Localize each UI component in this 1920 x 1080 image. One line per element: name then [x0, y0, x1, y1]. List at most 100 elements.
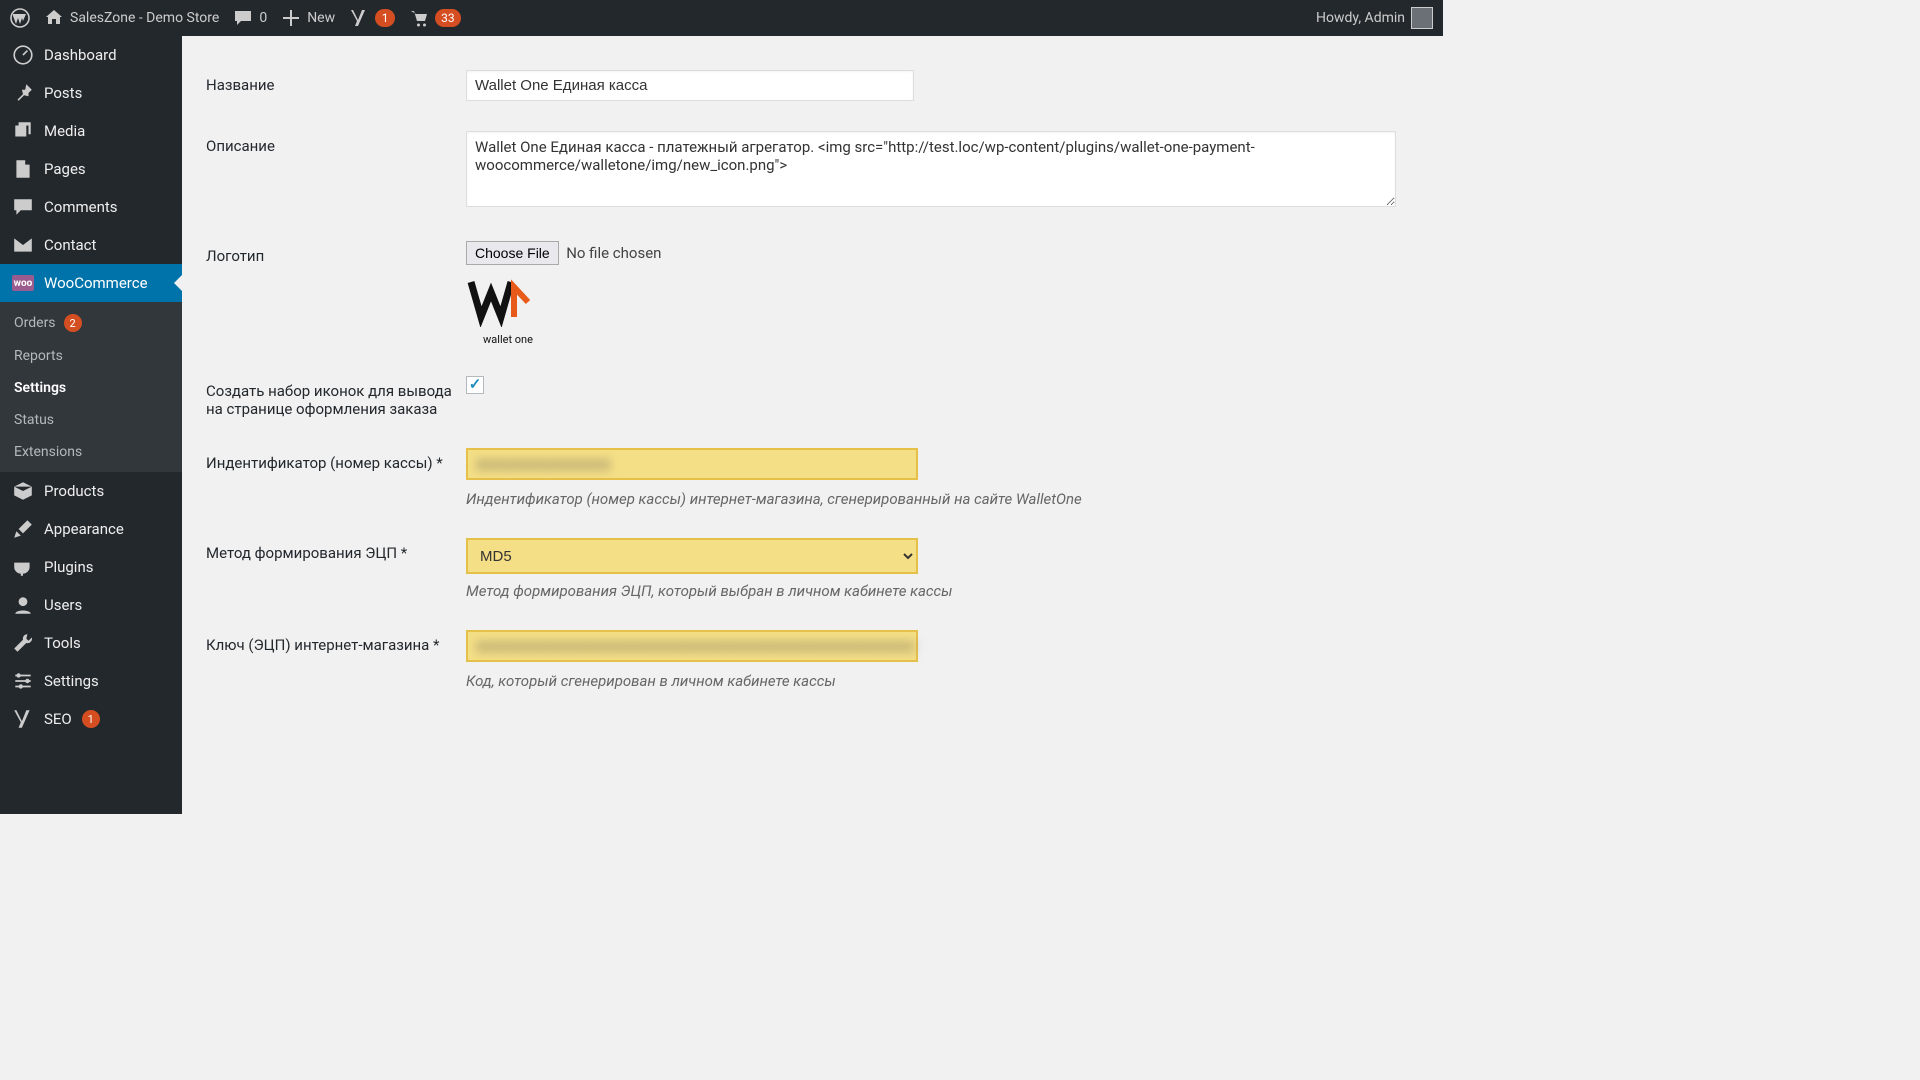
comment-icon — [233, 8, 253, 28]
products-icon — [12, 480, 34, 502]
field-label-identifier: Индентификатор (номер кассы) * — [206, 436, 466, 526]
sidebar-label: Posts — [44, 84, 82, 102]
method-help-text: Метод формирования ЭЦП, который выбран в… — [466, 582, 1421, 600]
submenu-label: Reports — [14, 348, 63, 364]
wp-logo[interactable] — [10, 8, 30, 28]
pin-icon — [12, 82, 34, 104]
cart-link[interactable]: 33 — [409, 8, 461, 28]
sidebar-label: Appearance — [44, 520, 124, 538]
submenu-item-orders[interactable]: Orders 2 — [0, 306, 182, 340]
submenu-label: Extensions — [14, 444, 82, 460]
field-label-iconset: Создать набор иконок для вывода на стран… — [206, 364, 466, 436]
field-label-key: Ключ (ЭЦП) интернет-магазина * — [206, 618, 466, 708]
woocommerce-icon: woo — [12, 275, 34, 291]
yoast-icon — [12, 708, 34, 730]
woocommerce-submenu: Orders 2 Reports Settings Status Extensi… — [0, 302, 182, 472]
sidebar-label: Contact — [44, 236, 96, 254]
field-label-description: Описание — [206, 119, 466, 229]
iconset-checkbox[interactable] — [466, 376, 484, 394]
yoast-link[interactable]: 1 — [349, 8, 395, 28]
howdy-label: Howdy, Admin — [1316, 10, 1405, 26]
main-content[interactable]: Название Описание Логотип Choose File — [182, 36, 1443, 814]
plug-icon — [12, 556, 34, 578]
wordpress-icon — [10, 8, 30, 28]
yoast-count-badge: 1 — [375, 9, 395, 27]
sidebar-item-dashboard[interactable]: Dashboard — [0, 36, 182, 74]
sidebar-label: Pages — [44, 160, 86, 178]
sidebar-label: Dashboard — [44, 46, 117, 64]
file-status-text: No file chosen — [566, 244, 661, 262]
sidebar-item-plugins[interactable]: Plugins — [0, 548, 182, 586]
key-input-highlighted: XXXXXXXXXXXXXXXXXXXXXXXXXXXXXXXXXXXXXXXX… — [466, 630, 918, 662]
field-label-method: Метод формирования ЭЦП * — [206, 526, 466, 618]
identifier-input-highlighted: XXXXXXXXXXXXX — [466, 448, 918, 480]
sidebar-item-settings[interactable]: Settings — [0, 662, 182, 700]
avatar-icon — [1411, 7, 1433, 29]
howdy-link[interactable]: Howdy, Admin — [1316, 7, 1433, 29]
plus-icon — [281, 8, 301, 28]
submenu-item-status[interactable]: Status — [0, 404, 182, 436]
submenu-item-reports[interactable]: Reports — [0, 340, 182, 372]
description-textarea[interactable] — [466, 131, 1396, 207]
sidebar-item-contact[interactable]: Contact — [0, 226, 182, 264]
sliders-icon — [12, 670, 34, 692]
media-icon — [12, 120, 34, 142]
sidebar-item-seo[interactable]: SEO 1 — [0, 700, 182, 738]
sidebar-item-media[interactable]: Media — [0, 112, 182, 150]
sidebar-label: Tools — [44, 634, 81, 652]
identifier-input[interactable]: XXXXXXXXXXXXX — [468, 450, 916, 478]
settings-form: Название Описание Логотип Choose File — [206, 58, 1421, 708]
title-input[interactable] — [466, 70, 914, 101]
mail-icon — [12, 234, 34, 256]
sidebar-item-comments[interactable]: Comments — [0, 188, 182, 226]
submenu-label: Settings — [14, 380, 66, 396]
sidebar-item-products[interactable]: Products — [0, 472, 182, 510]
orders-count-badge: 2 — [64, 314, 82, 332]
sidebar-label: WooCommerce — [44, 274, 148, 292]
page-icon — [12, 158, 34, 180]
brush-icon — [12, 518, 34, 540]
new-label: New — [307, 10, 335, 26]
logo-text: wallet one — [466, 333, 550, 346]
site-home-link[interactable]: SalesZone - Demo Store — [44, 8, 219, 28]
sidebar-label: Comments — [44, 198, 118, 216]
walletone-logo-icon — [466, 277, 550, 327]
yoast-icon — [349, 8, 369, 28]
method-select-highlighted: MD5 — [466, 538, 918, 574]
seo-count-badge: 1 — [82, 710, 100, 728]
admin-top-bar: SalesZone - Demo Store 0 New 1 33 Howdy,… — [0, 0, 1443, 36]
sidebar-item-tools[interactable]: Tools — [0, 624, 182, 662]
new-link[interactable]: New — [281, 8, 335, 28]
sidebar-item-woocommerce[interactable]: woo WooCommerce — [0, 264, 182, 302]
sidebar-label: Media — [44, 122, 85, 140]
key-help-text: Код, который сгенерирован в личном кабин… — [466, 672, 1421, 690]
choose-file-button[interactable]: Choose File — [466, 241, 559, 265]
field-label-logo: Логотип — [206, 229, 466, 364]
signature-method-select[interactable]: MD5 — [468, 540, 916, 572]
wrench-icon — [12, 632, 34, 654]
key-input[interactable]: XXXXXXXXXXXXXXXXXXXXXXXXXXXXXXXXXXXXXXXX… — [468, 632, 916, 660]
home-icon — [44, 8, 64, 28]
logo-preview: wallet one — [466, 277, 550, 346]
sidebar-item-appearance[interactable]: Appearance — [0, 510, 182, 548]
sidebar-label: Settings — [44, 672, 99, 690]
submenu-item-extensions[interactable]: Extensions — [0, 436, 182, 468]
field-label-title: Название — [206, 58, 466, 119]
dashboard-icon — [12, 44, 34, 66]
sidebar-item-pages[interactable]: Pages — [0, 150, 182, 188]
sidebar-label: Plugins — [44, 558, 93, 576]
admin-sidebar: Dashboard Posts Media Pages Comments Con… — [0, 36, 182, 814]
submenu-label: Orders — [14, 315, 56, 331]
site-name: SalesZone - Demo Store — [70, 10, 219, 26]
comment-icon — [12, 196, 34, 218]
submenu-item-settings[interactable]: Settings — [0, 372, 182, 404]
sidebar-label: SEO — [44, 710, 72, 728]
sidebar-label: Users — [44, 596, 82, 614]
cart-count-badge: 33 — [435, 9, 461, 27]
user-icon — [12, 594, 34, 616]
comments-count: 0 — [259, 10, 267, 26]
sidebar-item-users[interactable]: Users — [0, 586, 182, 624]
sidebar-item-posts[interactable]: Posts — [0, 74, 182, 112]
sidebar-label: Products — [44, 482, 104, 500]
comments-link[interactable]: 0 — [233, 8, 267, 28]
